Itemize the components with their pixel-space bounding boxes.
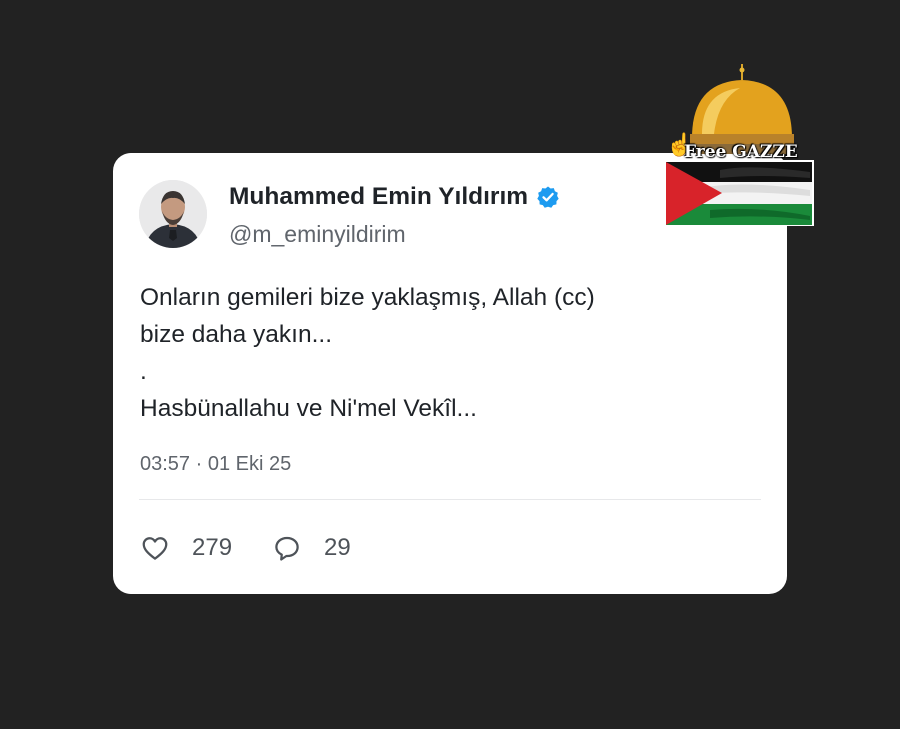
verified-badge-icon: [536, 185, 560, 209]
author-name-text: Muhammed Emin Yıldırım: [229, 183, 529, 210]
comment-icon: [272, 533, 302, 563]
reply-button[interactable]: 29: [272, 533, 351, 563]
tweet-text-line: Hasbünallahu ve Ni'mel Vekîl...: [140, 395, 477, 422]
tweet-text: Onların gemileri bize yaklaşmış, Allah (…: [140, 279, 595, 427]
tweet-text-line: bize daha yakın...: [140, 321, 333, 348]
like-button[interactable]: 279: [140, 533, 232, 563]
heart-icon: [140, 533, 170, 563]
free-gaza-text: Free GAZZE: [684, 142, 798, 162]
like-count: 279: [192, 534, 233, 561]
tweet-timestamp[interactable]: 03:57 · 01 Eki 25: [140, 453, 291, 476]
divider: [139, 499, 761, 500]
tweet-text-line: Onların gemileri bize yaklaşmış, Allah (…: [140, 284, 595, 311]
tweet-text-line: .: [140, 358, 147, 385]
tweet-actions: 279 29: [140, 533, 351, 563]
author-name[interactable]: Muhammed Emin Yıldırım: [229, 183, 560, 211]
free-gaza-sticker: ☝ Free GAZZE: [660, 60, 818, 228]
reply-count: 29: [324, 534, 351, 561]
author-avatar[interactable]: [139, 180, 207, 248]
author-handle[interactable]: @m_eminyildirim: [229, 221, 406, 248]
